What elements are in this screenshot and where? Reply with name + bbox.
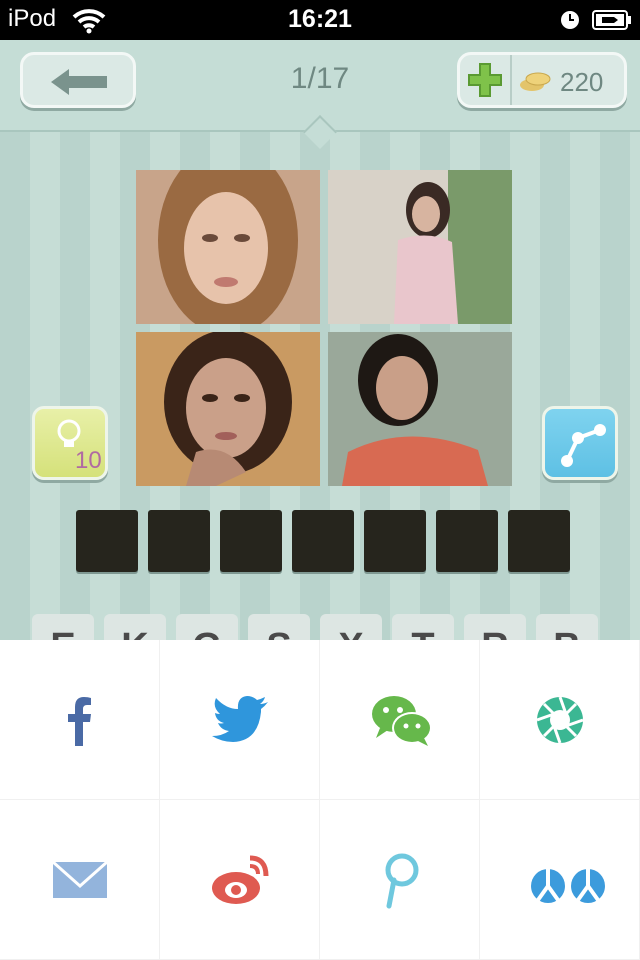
share-button[interactable] (542, 406, 618, 480)
add-coins-button[interactable] (466, 61, 504, 99)
renren-icon (531, 869, 605, 903)
coin-box-divider (510, 55, 512, 105)
answer-slot[interactable] (148, 510, 210, 572)
status-bar: iPod 16:21 (0, 0, 640, 40)
coins-icon (520, 72, 551, 91)
share-icon (561, 424, 606, 467)
status-time: 16:21 (288, 5, 352, 33)
answer-slot[interactable] (76, 510, 138, 572)
coin-count: 220 (560, 67, 604, 97)
clue-photo-2 (328, 170, 512, 324)
mail-icon (52, 860, 108, 898)
battery-icon (592, 10, 631, 30)
share-pinterest-button[interactable] (320, 800, 480, 960)
share-weibo-button[interactable] (160, 800, 320, 960)
answer-slot[interactable] (508, 510, 570, 572)
hint-button[interactable]: 10 (32, 406, 108, 480)
moments-icon (536, 696, 584, 744)
share-renren-button[interactable] (480, 800, 640, 960)
weibo-icon (212, 855, 269, 904)
share-mail-button[interactable] (0, 800, 160, 960)
clue-photo-1 (136, 170, 320, 324)
clue-photo-3 (136, 332, 320, 486)
clock-icon (561, 11, 579, 29)
answer-slot[interactable] (292, 510, 354, 572)
share-facebook-button[interactable] (0, 640, 160, 800)
answer-slot[interactable] (220, 510, 282, 572)
answer-slot[interactable] (436, 510, 498, 572)
share-wechat-button[interactable] (320, 640, 480, 800)
game-screen: 1/17 220 10 (0, 40, 640, 674)
wechat-icon (372, 696, 432, 746)
clue-photo-4 (328, 332, 512, 486)
hint-cost: 10 (75, 447, 102, 474)
answer-slot[interactable] (364, 510, 426, 572)
coin-balance: 220 (457, 52, 627, 108)
facebook-icon (68, 697, 91, 746)
share-moments-button[interactable] (480, 640, 640, 800)
twitter-icon (212, 696, 268, 742)
share-twitter-button[interactable] (160, 640, 320, 800)
share-sheet (0, 640, 640, 960)
pinterest-icon (385, 853, 419, 909)
